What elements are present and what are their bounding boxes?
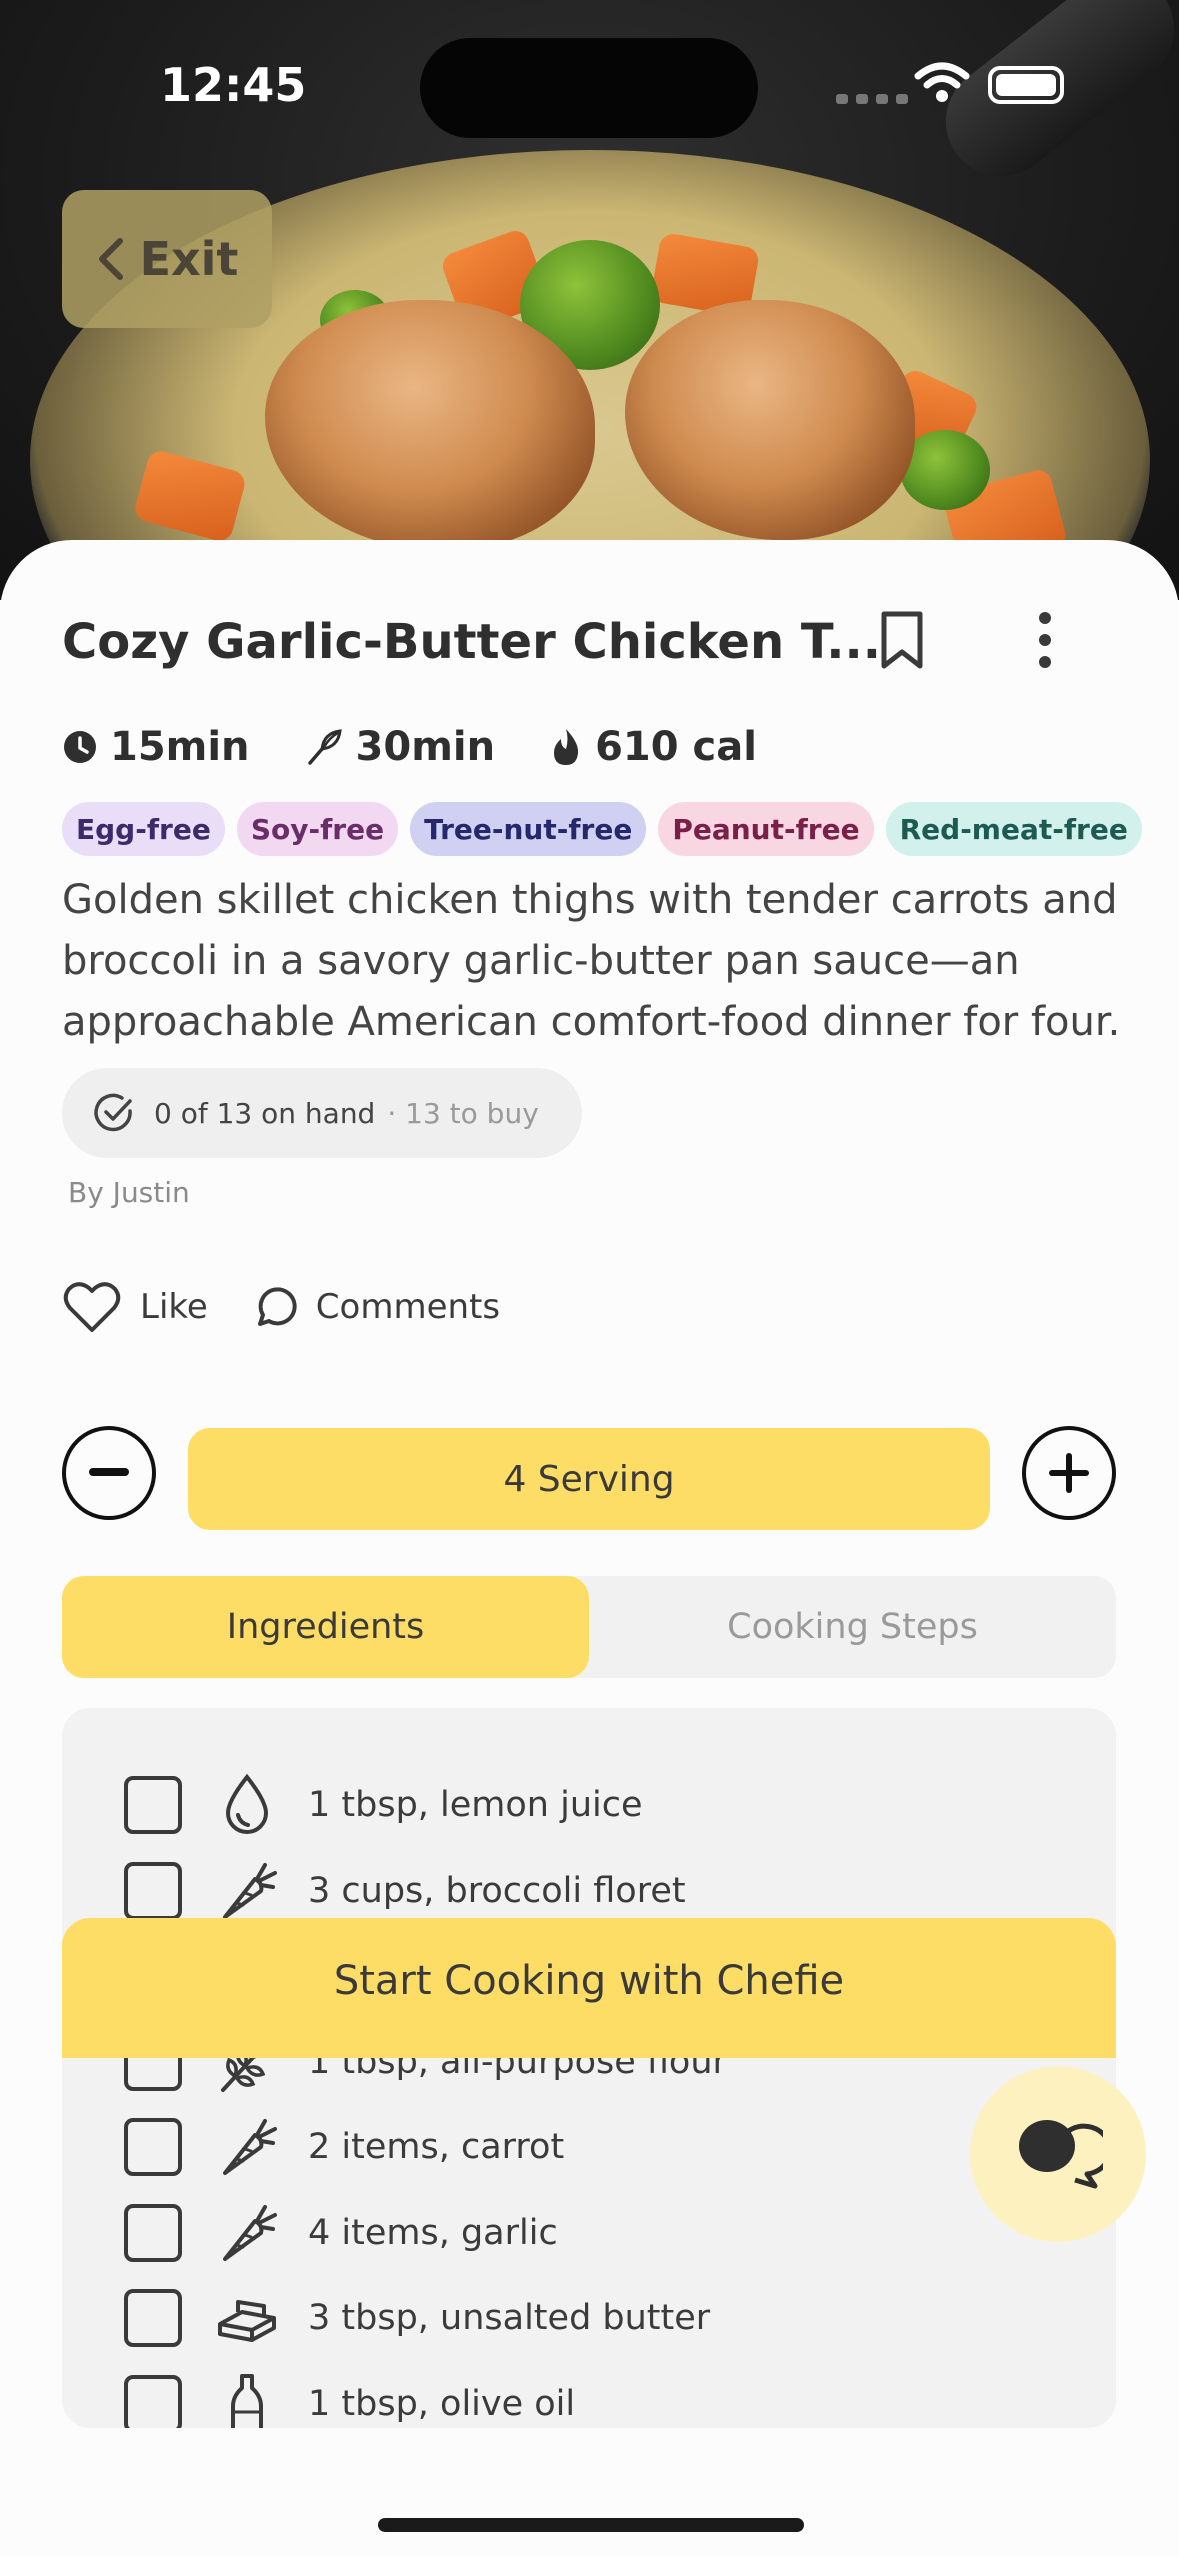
recipe-tabs: Ingredients Cooking Steps <box>62 1576 1116 1678</box>
comments-button[interactable]: Comments <box>252 1284 500 1330</box>
tab-cooking-steps[interactable]: Cooking Steps <box>589 1576 1116 1678</box>
diet-tag: Egg-free <box>62 802 225 856</box>
serving-count: 4 Serving <box>188 1428 990 1530</box>
cook-time: 30min <box>304 724 496 770</box>
start-cooking-button[interactable]: Start Cooking with Chefie <box>62 1918 1116 2058</box>
ingredient-row: 1 tbsp, lemon juice <box>124 1770 643 1840</box>
bookmark-icon[interactable] <box>878 610 926 672</box>
comments-label: Comments <box>315 1287 501 1327</box>
calories-value: 610 cal <box>595 724 757 770</box>
ingredient-row: 3 cups, broccoli floret <box>124 1856 686 1926</box>
ingredient-row: 3 tbsp, unsalted butter <box>124 2283 710 2353</box>
tab-ingredients[interactable]: Ingredients <box>62 1576 589 1678</box>
chat-bubbles-icon <box>1019 2120 1103 2189</box>
more-options-icon[interactable] <box>1030 608 1060 672</box>
diet-tag: Peanut-free <box>658 802 874 856</box>
plus-icon <box>1049 1453 1089 1493</box>
decrease-serving-button[interactable] <box>62 1426 156 1520</box>
prep-time: 15min <box>62 724 250 770</box>
whisk-icon <box>307 729 342 765</box>
battery-icon <box>988 66 1064 104</box>
status-time: 12:45 <box>160 58 307 112</box>
home-indicator <box>378 2518 804 2532</box>
carrot-icon <box>212 2198 282 2268</box>
diet-tag: Soy-free <box>236 802 399 856</box>
on-hand-summary[interactable]: 0 of 13 on hand · 13 to buy <box>62 1068 582 1158</box>
recipe-title: Cozy Garlic-Butter Chicken T... <box>62 614 881 670</box>
ingredient-checkbox[interactable] <box>124 2374 182 2428</box>
increase-serving-button[interactable] <box>1022 1426 1116 1520</box>
droplet-icon <box>212 1770 282 1840</box>
calories: 610 cal <box>549 724 757 770</box>
recipe-description: Golden skillet chicken thighs with tende… <box>62 877 1121 1045</box>
like-label: Like <box>140 1287 208 1327</box>
ingredient-checkbox[interactable] <box>124 2118 182 2176</box>
prep-time-value: 15min <box>110 724 250 770</box>
recipe-meta: 15min 30min 610 cal <box>62 724 795 770</box>
ingredient-row: 4 items, garlic <box>124 2198 558 2268</box>
status-icons <box>830 60 1070 110</box>
on-hand-count: 0 of 13 on hand <box>154 1096 376 1130</box>
ingredient-text: 4 items, garlic <box>308 2212 558 2253</box>
signal-icon <box>836 94 908 104</box>
social-actions: Like Comments <box>62 1280 524 1334</box>
author-byline: By Justin <box>68 1176 190 1209</box>
carrot-icon <box>212 2112 282 2182</box>
like-button[interactable]: Like <box>62 1280 208 1334</box>
ingredient-checkbox[interactable] <box>124 1776 182 1834</box>
cook-time-value: 30min <box>355 724 496 770</box>
exit-label: Exit <box>139 232 239 286</box>
ingredient-text: 1 tbsp, lemon juice <box>308 1785 643 1825</box>
ingredient-list: 1 tbsp, lemon juice 3 cups, broccoli flor… <box>62 1708 1116 2428</box>
wifi-icon <box>914 62 970 102</box>
ingredient-checkbox[interactable] <box>124 2289 182 2347</box>
to-buy-count: · 13 to buy <box>387 1096 539 1130</box>
recipe-hero-image: 12:45 Exit <box>0 0 1179 600</box>
chevron-left-icon <box>98 238 123 280</box>
carrot-icon <box>212 1856 282 1926</box>
ingredient-text: 3 tbsp, unsalted butter <box>308 2298 711 2338</box>
start-cooking-label: Start Cooking with Chefie <box>333 1958 845 2004</box>
chat-fab[interactable] <box>970 2066 1146 2242</box>
serving-control: 4 Serving <box>62 1426 1116 1530</box>
exit-button[interactable]: Exit <box>62 190 272 328</box>
check-circle-icon <box>94 1093 132 1132</box>
heart-icon <box>63 1282 121 1332</box>
dynamic-island <box>420 38 758 138</box>
ingredient-row: 1 tbsp, olive oil <box>124 2369 576 2428</box>
ingredient-row: 2 items, carrot <box>124 2112 564 2182</box>
minus-icon <box>89 1468 129 1476</box>
butter-icon <box>212 2283 282 2353</box>
ingredient-checkbox[interactable] <box>124 1861 182 1920</box>
flame-icon <box>554 729 579 765</box>
clock-icon <box>64 731 96 763</box>
ingredient-text: 2 items, carrot <box>308 2127 565 2167</box>
diet-tags: Egg-free Soy-free Tree-nut-free Peanut-free… <box>62 802 1142 856</box>
diet-tag: Tree-nut-free <box>410 802 647 856</box>
ingredient-checkbox[interactable] <box>124 2203 182 2262</box>
comment-icon <box>257 1287 297 1326</box>
recipe-sheet: Cozy Garlic-Butter Chicken T... 15min 30… <box>0 540 1179 2556</box>
bottle-icon <box>212 2369 282 2428</box>
diet-tag: Red-meat-free <box>885 802 1142 856</box>
ingredient-text: 1 tbsp, olive oil <box>308 2383 576 2424</box>
ingredient-text: 3 cups, broccoli floret <box>308 1870 686 1911</box>
